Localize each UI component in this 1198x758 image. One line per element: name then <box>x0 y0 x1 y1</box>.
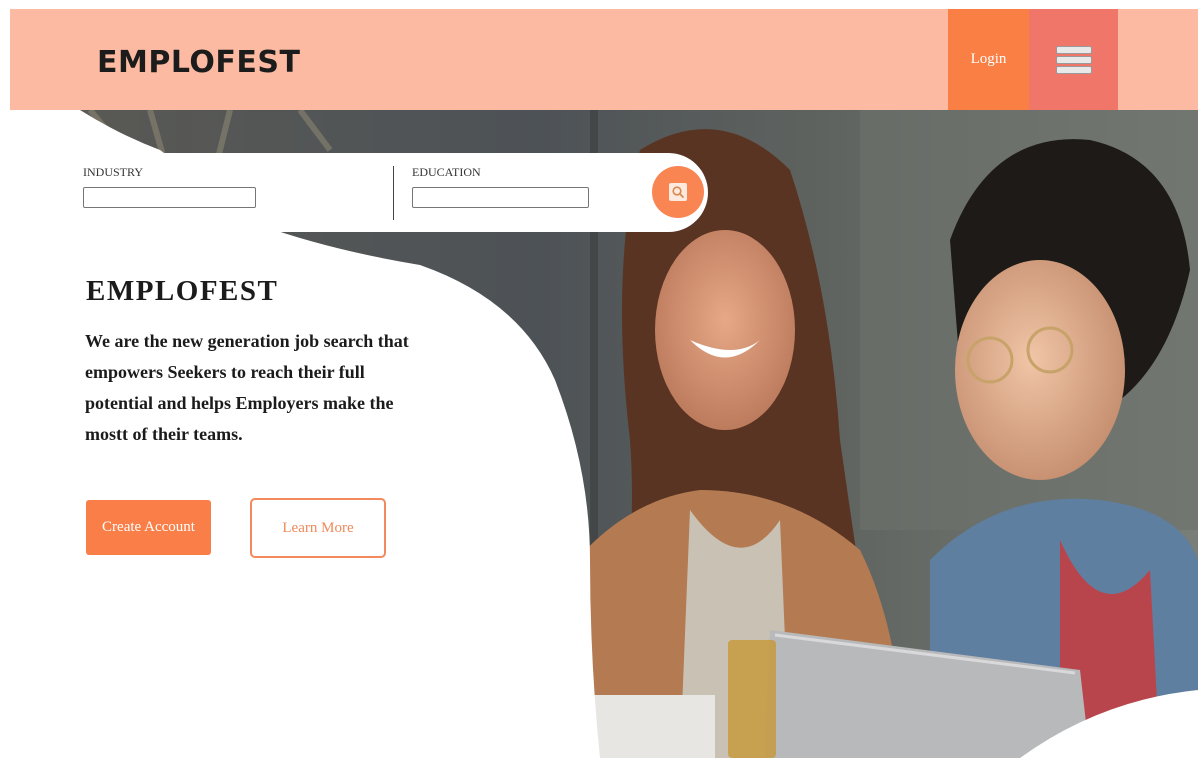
job-search-bar: INDUSTRY EDUCATION <box>72 153 708 232</box>
hamburger-menu-icon <box>1055 45 1092 74</box>
hero-description: We are the new generation job search tha… <box>85 331 409 444</box>
landing-page: EMPLOFEST Login INDUSTRY EDUCATION EMPLO… <box>0 0 1198 758</box>
menu-button[interactable] <box>1029 9 1118 110</box>
education-label: EDUCATION <box>412 165 481 179</box>
login-button[interactable]: Login <box>948 9 1029 110</box>
search-divider <box>393 166 394 220</box>
create-account-button[interactable]: Create Account <box>86 500 211 555</box>
hero-title: EMPLOFEST <box>86 275 279 307</box>
learn-more-button[interactable]: Learn More <box>250 498 386 558</box>
education-input[interactable] <box>412 187 589 208</box>
search-button[interactable] <box>652 166 704 218</box>
brand-logo[interactable]: EMPLOFEST <box>97 45 300 80</box>
top-navigation: EMPLOFEST Login <box>10 9 1198 110</box>
search-icon <box>669 183 687 201</box>
industry-label: INDUSTRY <box>83 165 144 179</box>
industry-input[interactable] <box>83 187 256 208</box>
